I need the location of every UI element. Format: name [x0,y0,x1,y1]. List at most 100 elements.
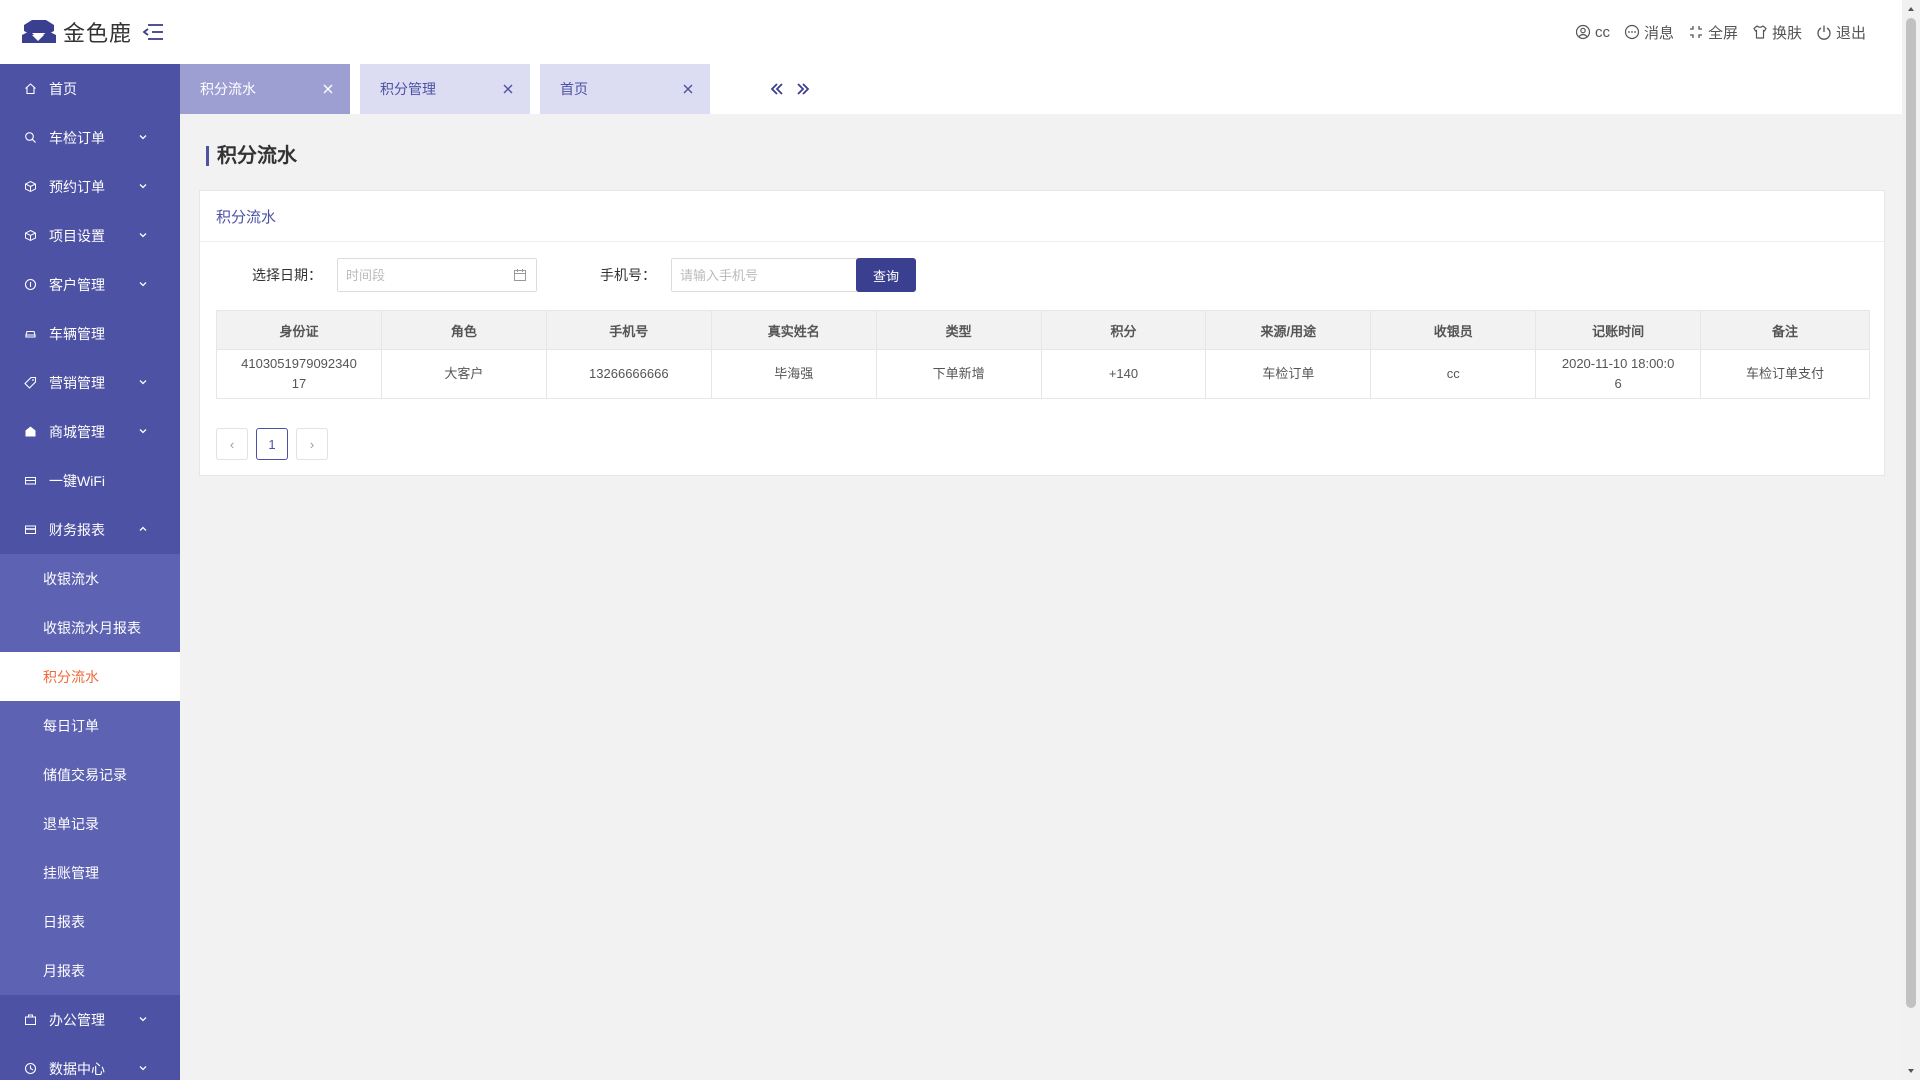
column-header: 来源/用途 [1205,310,1372,350]
next-page-button[interactable]: › [296,428,328,460]
tag-icon [24,376,37,389]
table-cell: +140 [1040,349,1207,399]
panel-title: 积分流水 [200,191,1884,242]
table-cell: 2020-11-10 18:00:0 6 [1535,349,1702,399]
home-icon [24,82,37,95]
sidebar-item-data-center[interactable]: 数据中心 [0,1044,180,1080]
fullscreen-label: 全屏 [1707,24,1738,42]
logout-icon [1817,25,1831,40]
sidebar-item-vehicle-management[interactable]: 车辆管理 [0,309,180,358]
table-header-row: 身份证 角色 手机号 真实姓名 类型 积分 来源/用途 收银员 记账时间 备注 [216,310,1870,350]
close-icon[interactable] [322,83,334,95]
app-name: 金色鹿 [63,21,133,46]
scroll-down-icon[interactable] [1906,1066,1916,1076]
wifi-icon [24,474,37,487]
tab-points-flow[interactable]: 积分流水 [180,64,350,114]
vertical-scrollbar[interactable] [1902,0,1920,1080]
sidebar-item-project-settings[interactable]: 项目设置 [0,211,180,260]
sidebar-subitem-credit[interactable]: 挂账管理 [0,848,180,897]
sidebar-item-label: 商城管理 [49,423,105,440]
tab-label: 首页 [560,81,588,97]
skin-button[interactable]: 换肤 [1752,22,1802,43]
sidebar-item-mall[interactable]: 商城管理 [0,407,180,456]
app-root: 金色鹿 cc 消息 全屏 换肤 退出 首页 车检订单 预约订单 项目设置 客户管… [0,0,1920,1080]
chevron-down-icon [139,1066,147,1071]
finance-submenu: 收银流水 收银流水月报表 积分流水 每日订单 储值交易记录 退单记录 挂账管理 … [0,554,180,995]
table-cell: 下单新增 [875,349,1042,399]
phone-filter-label: 手机号： [600,267,656,283]
customer-icon [24,278,37,291]
date-range-input[interactable] [337,258,537,292]
column-header: 手机号 [545,310,712,350]
sidebar-subitem-cashier-monthly[interactable]: 收银流水月报表 [0,603,180,652]
sidebar-item-label: 车检订单 [49,129,105,146]
sidebar-item-inspection-orders[interactable]: 车检订单 [0,113,180,162]
sidebar-item-label: 预约订单 [49,178,105,195]
date-filter-label: 选择日期： [252,267,322,283]
messages-button[interactable]: 消息 [1624,22,1674,43]
pagination: ‹ 1 › [216,428,328,460]
sidebar-subitem-cashier-flow[interactable]: 收银流水 [0,554,180,603]
tab-bar: 积分流水 积分管理 首页 [180,64,812,114]
scrollbar-thumb[interactable] [1906,18,1916,1008]
sidebar-item-home[interactable]: 首页 [0,64,180,113]
user-menu[interactable]: cc [1575,24,1610,41]
sidebar-subitem-monthly-report[interactable]: 月报表 [0,946,180,995]
sidebar-subitem-daily-report[interactable]: 日报表 [0,897,180,946]
query-button[interactable]: 查询 [856,258,916,292]
menu-toggle-icon[interactable] [142,19,168,45]
sidebar-item-label: 办公管理 [49,1011,105,1028]
table-row: 4103051979092340 17 大客户 13266666666 毕海强 … [216,349,1870,399]
table-cell: 4103051979092340 17 [216,349,382,399]
phone-input[interactable] [671,258,858,292]
sidebar-item-label: 数据中心 [49,1060,105,1077]
sidebar-item-office[interactable]: 办公管理 [0,995,180,1044]
table-cell: 毕海强 [710,349,877,399]
header-actions: cc 消息 全屏 换肤 退出 [1575,0,1866,64]
tab-points-management[interactable]: 积分管理 [360,64,530,114]
sidebar-item-label: 一键WiFi [49,472,105,489]
shop-icon [24,425,37,438]
sidebar-item-label: 客户管理 [49,276,105,293]
chevron-down-icon [139,233,147,238]
sidebar-item-booking-orders[interactable]: 预约订单 [0,162,180,211]
table-cell: 车检订单 [1205,349,1372,399]
tab-scroll-controls [768,80,812,98]
skin-label: 换肤 [1771,24,1802,42]
skin-icon [1753,25,1767,39]
scroll-up-icon[interactable] [1906,4,1916,14]
double-chevron-right-icon[interactable] [794,80,812,98]
column-header: 积分 [1040,310,1207,350]
table-cell: cc [1370,349,1537,399]
tab-home[interactable]: 首页 [540,64,710,114]
office-icon [24,1013,37,1026]
double-chevron-left-icon[interactable] [768,80,786,98]
sidebar-subitem-stored-value[interactable]: 储值交易记录 [0,750,180,799]
prev-page-button[interactable]: ‹ [216,428,248,460]
box-icon [24,180,37,193]
logo-icon [22,20,56,43]
chevron-down-icon [139,429,147,434]
table-cell: 车检订单支付 [1700,349,1870,399]
sidebar-subitem-points-flow[interactable]: 积分流水 [0,652,180,701]
sidebar-item-label: 营销管理 [49,374,105,391]
close-icon[interactable] [682,83,694,95]
sidebar-item-customer-management[interactable]: 客户管理 [0,260,180,309]
sidebar-item-wifi[interactable]: 一键WiFi [0,456,180,505]
chevron-down-icon [139,282,147,287]
page-button-current[interactable]: 1 [256,428,288,460]
sidebar-item-label: 车辆管理 [49,325,105,342]
sidebar-subitem-daily-orders[interactable]: 每日订单 [0,701,180,750]
fullscreen-button[interactable]: 全屏 [1688,22,1738,43]
messages-label: 消息 [1643,24,1674,42]
logout-button[interactable]: 退出 [1816,22,1866,43]
user-icon [1575,24,1591,40]
column-header: 真实姓名 [710,310,877,350]
sidebar-item-marketing[interactable]: 营销管理 [0,358,180,407]
close-icon[interactable] [502,83,514,95]
fullscreen-icon [1689,26,1702,38]
column-header: 身份证 [216,310,382,350]
sidebar-subitem-refunds[interactable]: 退单记录 [0,799,180,848]
data-icon [24,1062,37,1075]
sidebar-item-finance-reports[interactable]: 财务报表 [0,505,180,554]
